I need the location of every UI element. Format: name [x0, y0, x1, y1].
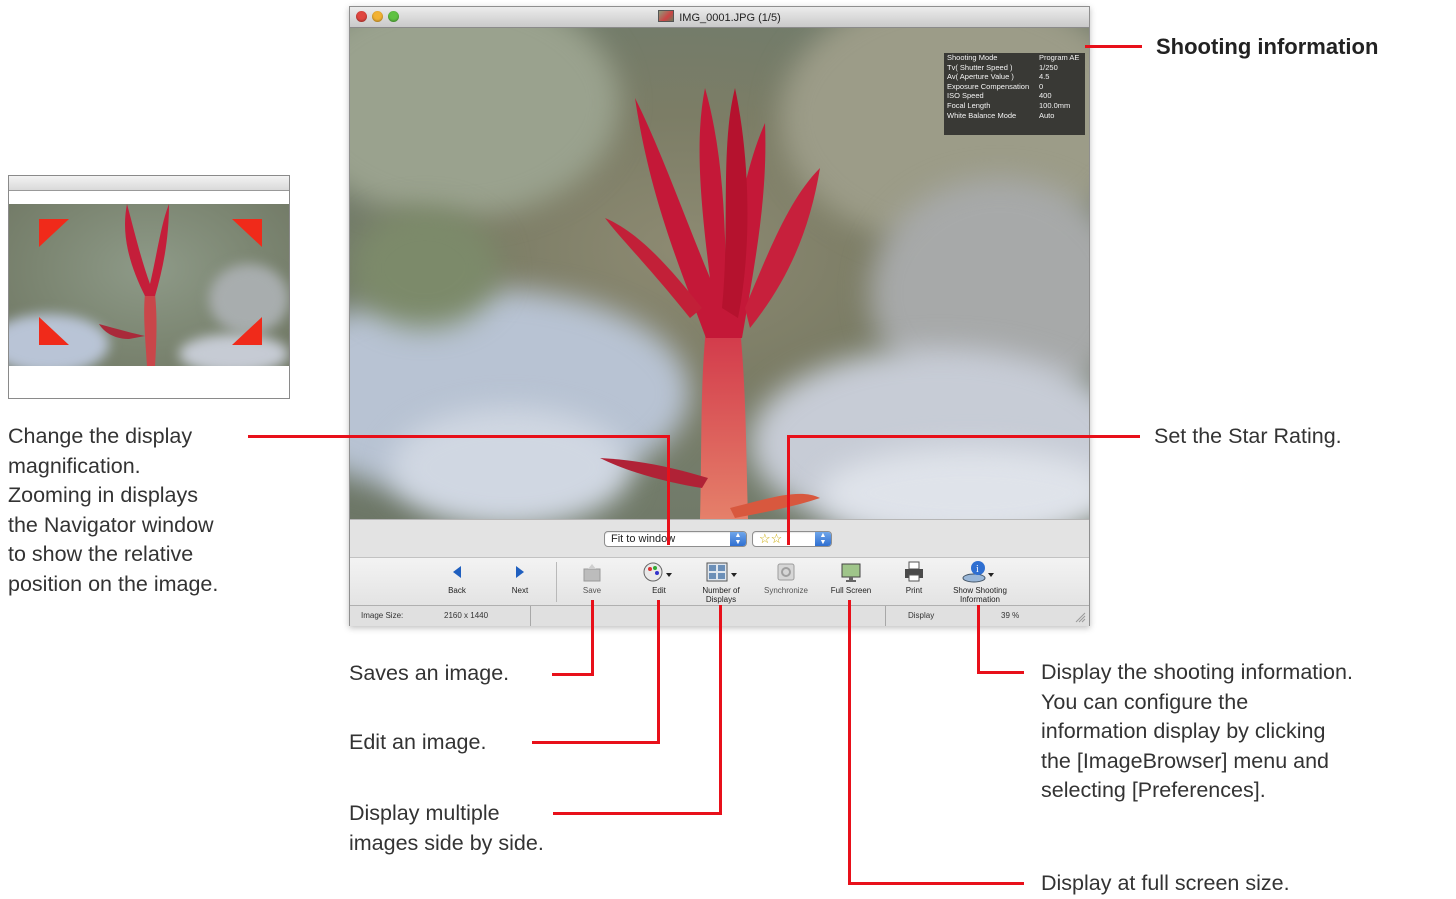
nav-corner-top-left: [39, 219, 69, 247]
next-button[interactable]: Next: [487, 560, 553, 595]
monitor-icon: [818, 560, 884, 584]
shooting-info-row: Tv( Shutter Speed ) 1/250: [947, 62, 1058, 72]
window-titlebar[interactable]: IMG_0001.JPG (1/5): [350, 7, 1089, 28]
callout-line: [848, 882, 1024, 885]
callout-line: [552, 673, 594, 676]
annotation-edit: Edit an image.: [349, 730, 487, 754]
star-rating-select[interactable]: ☆☆ ▲ ▼: [752, 531, 832, 547]
callout-line: [848, 600, 851, 885]
callout-line: [977, 671, 1024, 674]
nav-corner-top-right: [232, 219, 262, 247]
number-of-displays-button[interactable]: Number of Displays: [688, 560, 754, 604]
back-arrow-icon: [424, 560, 490, 584]
display-label: Display: [908, 611, 935, 620]
edit-button[interactable]: Edit: [626, 560, 692, 595]
toolbar-divider: [556, 562, 557, 602]
edit-palette-icon: [626, 560, 692, 584]
annotation-multiple-displays: Display multiple images side by side.: [349, 801, 544, 855]
next-arrow-icon: [487, 560, 553, 584]
full-screen-button[interactable]: Full Screen: [818, 560, 884, 595]
callout-line: [657, 600, 660, 744]
callout-line: [532, 741, 660, 744]
callout-line: [553, 812, 722, 815]
back-button[interactable]: Back: [424, 560, 490, 595]
image-file-icon: [658, 10, 675, 22]
callout-line: [1085, 45, 1142, 48]
printer-icon: [881, 560, 947, 584]
synchronize-button[interactable]: Synchronize: [753, 560, 819, 595]
window-title: IMG_0001.JPG (1/5): [350, 10, 1089, 24]
resize-grip-icon[interactable]: [1075, 612, 1086, 623]
navigator-window: [8, 175, 290, 399]
save-button[interactable]: Save: [559, 560, 625, 595]
select-arrows-icon: ▲ ▼: [815, 532, 831, 546]
annotation-star-rating: Set the Star Rating.: [1154, 424, 1342, 448]
shooting-info-row: Av( Aperture Value ) 4.5: [947, 72, 1050, 82]
status-divider: [885, 606, 886, 626]
viewer-window: IMG_0001.JPG (1/5) Shooting Mode Program…: [349, 6, 1090, 626]
image-view[interactable]: Shooting Mode Program AE Tv( Shutter Spee…: [350, 28, 1089, 519]
annotation-magnification: Change the display magnification. Zoomin…: [8, 424, 219, 596]
shooting-info-row: ISO Speed 400: [947, 91, 1052, 101]
svg-text:i: i: [976, 564, 979, 575]
annotation-save: Saves an image.: [349, 661, 510, 685]
selector-bar: Fit to window ▲ ▼ ☆☆ ▲ ▼: [350, 519, 1089, 558]
select-arrows-icon: ▲ ▼: [730, 532, 746, 546]
callout-line: [977, 605, 980, 674]
magnification-select[interactable]: Fit to window ▲ ▼: [604, 531, 747, 547]
annotation-full-screen: Display at full screen size.: [1041, 871, 1290, 895]
shooting-info-row: White Balance Mode Auto: [947, 110, 1055, 120]
nav-corner-bottom-left: [39, 317, 69, 345]
annotation-shooting-info-display: Display the shooting information. You ca…: [1041, 660, 1353, 802]
callout-line: [787, 435, 1140, 438]
synchronize-icon: [753, 560, 819, 584]
callout-line: [248, 435, 669, 438]
save-icon: [559, 560, 625, 584]
navigator-titlebar[interactable]: [9, 176, 289, 191]
info-icon: i: [945, 560, 1015, 584]
display-zoom-value: 39 %: [1001, 611, 1020, 620]
show-shooting-info-button[interactable]: i Show Shooting Information: [945, 560, 1015, 604]
shooting-info-row: Exposure Compensation 0: [947, 81, 1044, 91]
navigator-thumbnail[interactable]: [9, 204, 289, 366]
callout-line: [667, 435, 670, 545]
shooting-info-row: Focal Length 100.0mm: [947, 100, 1071, 110]
status-divider: [530, 606, 531, 626]
shooting-info-overlay: Shooting Mode Program AE Tv( Shutter Spee…: [944, 53, 1085, 135]
image-size-value: 2160 x 1440: [444, 611, 489, 620]
image-size-label: Image Size:: [361, 611, 404, 620]
grid-displays-icon: [688, 560, 754, 584]
callout-line: [787, 435, 790, 545]
callout-line: [591, 600, 594, 676]
shooting-info-row: Shooting Mode Program AE: [947, 53, 1080, 62]
annotation-shooting-information: Shooting information: [1156, 34, 1379, 59]
print-button[interactable]: Print: [881, 560, 947, 595]
callout-line: [719, 605, 722, 815]
nav-corner-bottom-right: [232, 317, 262, 345]
toolbar: Back Next Save Edit Number of Displays S…: [350, 557, 1089, 606]
